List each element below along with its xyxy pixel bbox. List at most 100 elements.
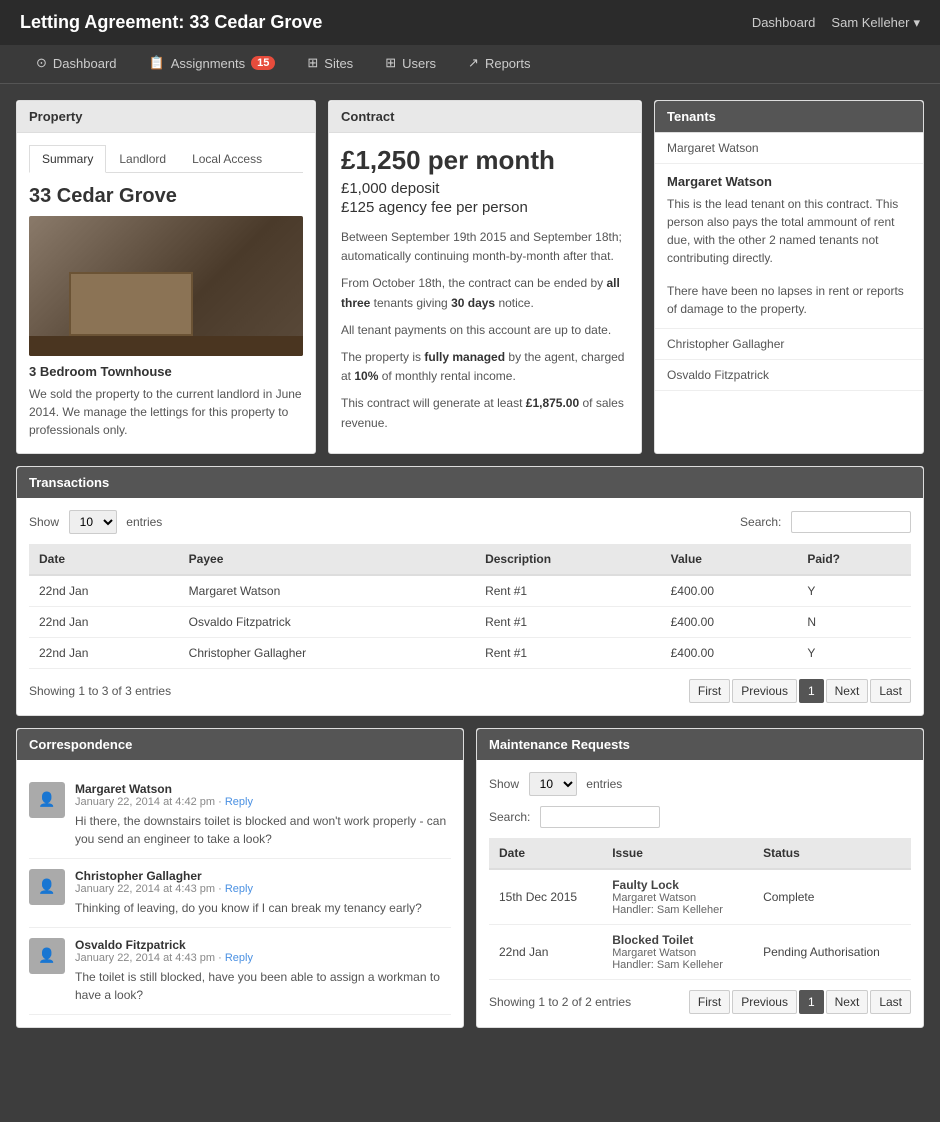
col-value: Value — [661, 544, 798, 575]
show-select[interactable]: 10 25 50 — [69, 510, 117, 534]
show-label: Show — [29, 515, 59, 529]
maint-show-label: Show — [489, 777, 519, 791]
reply-link[interactable]: Reply — [225, 796, 253, 808]
issue-tenant: Margaret Watson — [612, 947, 743, 959]
message-content: Osvaldo Fitzpatrick January 22, 2014 at … — [75, 938, 451, 1004]
header-dashboard-link[interactable]: Dashboard — [752, 15, 816, 30]
chevron-down-icon: ▾ — [913, 15, 920, 31]
trans-previous-btn[interactable]: Previous — [732, 679, 797, 703]
correspondence-body: 👤 Margaret Watson January 22, 2014 at 4:… — [17, 760, 463, 1027]
correspondence-section: Correspondence 👤 Margaret Watson January… — [16, 728, 464, 1028]
cell-date: 22nd Jan — [29, 606, 179, 637]
cell-value: £400.00 — [661, 575, 798, 607]
active-tenant-desc2: There have been no lapses in rent or rep… — [667, 282, 911, 318]
property-panel-body: Summary Landlord Local Access 33 Cedar G… — [17, 133, 315, 451]
maint-page-1-btn[interactable]: 1 — [799, 990, 824, 1014]
top-panels-row: Property Summary Landlord Local Access 3… — [16, 100, 924, 454]
user-menu[interactable]: Sam Kelleher ▾ — [831, 15, 920, 31]
maint-search-label: Search: — [489, 810, 530, 824]
nav-bar: ⊙ Dashboard 📋 Assignments 15 ⊞ Sites ⊞ U… — [0, 45, 940, 84]
maintenance-search-input[interactable] — [540, 806, 660, 828]
message-date: January 22, 2014 at 4:42 pm · Reply — [75, 796, 451, 808]
message-date: January 22, 2014 at 4:43 pm · Reply — [75, 883, 451, 895]
issue-title: Faulty Lock — [612, 878, 743, 892]
trans-page-1-btn[interactable]: 1 — [799, 679, 824, 703]
tab-summary[interactable]: Summary — [29, 145, 106, 173]
tenant-item-christopher[interactable]: Christopher Gallagher — [655, 329, 923, 360]
message-content: Christopher Gallagher January 22, 2014 a… — [75, 869, 451, 917]
nav-item-users[interactable]: ⊞ Users — [369, 45, 452, 83]
tenant-item-osvaldo[interactable]: Osvaldo Fitzpatrick — [655, 360, 923, 391]
users-icon: ⊞ — [385, 55, 396, 71]
tenants-panel: Tenants Margaret Watson Margaret Watson … — [654, 100, 924, 454]
trans-last-btn[interactable]: Last — [870, 679, 911, 703]
tenant-item-margaret[interactable]: Margaret Watson — [655, 133, 923, 164]
contract-text-3: All tenant payments on this account are … — [341, 321, 629, 340]
transactions-search-input[interactable] — [791, 511, 911, 533]
message-author: Osvaldo Fitzpatrick — [75, 938, 451, 952]
transactions-section: Transactions Show 10 25 50 entries Searc… — [16, 466, 924, 716]
nav-item-dashboard[interactable]: ⊙ Dashboard — [20, 45, 133, 83]
transactions-header: Transactions — [17, 467, 923, 498]
col-description: Description — [475, 544, 661, 575]
transactions-pagination-buttons: First Previous 1 Next Last — [689, 679, 911, 703]
contract-price: £1,250 per month — [341, 145, 629, 176]
header-right: Dashboard Sam Kelleher ▾ — [752, 15, 920, 31]
maintenance-section: Maintenance Requests Show 10 25 50 entri… — [476, 728, 924, 1028]
issue-title: Blocked Toilet — [612, 933, 743, 947]
maint-cell-date: 22nd Jan — [489, 924, 602, 979]
contract-panel-body: £1,250 per month £1,000 deposit £125 age… — [329, 133, 641, 453]
nav-item-reports[interactable]: ↗ Reports — [452, 45, 546, 83]
user-name: Sam Kelleher — [831, 15, 909, 30]
sites-icon: ⊞ — [307, 55, 318, 71]
active-tenant-name: Margaret Watson — [667, 174, 911, 189]
show-entries-control: Show 10 25 50 entries — [29, 510, 162, 534]
dashboard-icon: ⊙ — [36, 55, 47, 71]
top-header: Letting Agreement: 33 Cedar Grove Dashbo… — [0, 0, 940, 45]
trans-next-btn[interactable]: Next — [826, 679, 869, 703]
maint-cell-status: Complete — [753, 869, 911, 925]
correspondence-header: Correspondence — [17, 729, 463, 760]
message-author: Christopher Gallagher — [75, 869, 451, 883]
maint-cell-issue: Blocked Toilet Margaret Watson Handler: … — [602, 924, 753, 979]
maintenance-header: Maintenance Requests — [477, 729, 923, 760]
col-paid: Paid? — [797, 544, 911, 575]
contract-deposit: £1,000 deposit — [341, 180, 629, 197]
table-row: 22nd Jan Margaret Watson Rent #1 £400.00… — [29, 575, 911, 607]
message-text: The toilet is still blocked, have you be… — [75, 968, 451, 1004]
maint-search-row: Search: — [489, 806, 911, 828]
contract-panel: Contract £1,250 per month £1,000 deposit… — [328, 100, 642, 454]
maint-first-btn[interactable]: First — [689, 990, 730, 1014]
tab-local-access[interactable]: Local Access — [179, 145, 275, 173]
cell-paid: N — [797, 606, 911, 637]
cell-paid: Y — [797, 575, 911, 607]
maintenance-pagination: Showing 1 to 2 of 2 entries First Previo… — [489, 990, 911, 1014]
cell-payee: Margaret Watson — [179, 575, 475, 607]
nav-label-users: Users — [402, 56, 436, 71]
property-panel: Property Summary Landlord Local Access 3… — [16, 100, 316, 454]
maint-show-select[interactable]: 10 25 50 — [529, 772, 577, 796]
transactions-controls: Show 10 25 50 entries Search: — [29, 510, 911, 534]
cell-description: Rent #1 — [475, 637, 661, 668]
maint-last-btn[interactable]: Last — [870, 990, 911, 1014]
table-row: 15th Dec 2015 Faulty Lock Margaret Watso… — [489, 869, 911, 925]
transactions-showing: Showing 1 to 3 of 3 entries — [29, 684, 171, 698]
message-content: Margaret Watson January 22, 2014 at 4:42… — [75, 782, 451, 848]
maint-cell-status: Pending Authorisation — [753, 924, 911, 979]
reply-link[interactable]: Reply — [225, 883, 253, 895]
maintenance-body: Show 10 25 50 entries Search: — [477, 760, 923, 1026]
nav-item-sites[interactable]: ⊞ Sites — [291, 45, 369, 83]
entries-label: entries — [126, 515, 162, 529]
message-author: Margaret Watson — [75, 782, 451, 796]
nav-label-reports: Reports — [485, 56, 531, 71]
maint-previous-btn[interactable]: Previous — [732, 990, 797, 1014]
nav-label-dashboard: Dashboard — [53, 56, 117, 71]
reply-link[interactable]: Reply — [225, 952, 253, 964]
tab-landlord[interactable]: Landlord — [106, 145, 179, 173]
message-text: Hi there, the downstairs toilet is block… — [75, 812, 451, 848]
property-image — [29, 216, 303, 356]
maint-next-btn[interactable]: Next — [826, 990, 869, 1014]
nav-item-assignments[interactable]: 📋 Assignments 15 — [133, 45, 292, 83]
col-date: Date — [29, 544, 179, 575]
trans-first-btn[interactable]: First — [689, 679, 730, 703]
